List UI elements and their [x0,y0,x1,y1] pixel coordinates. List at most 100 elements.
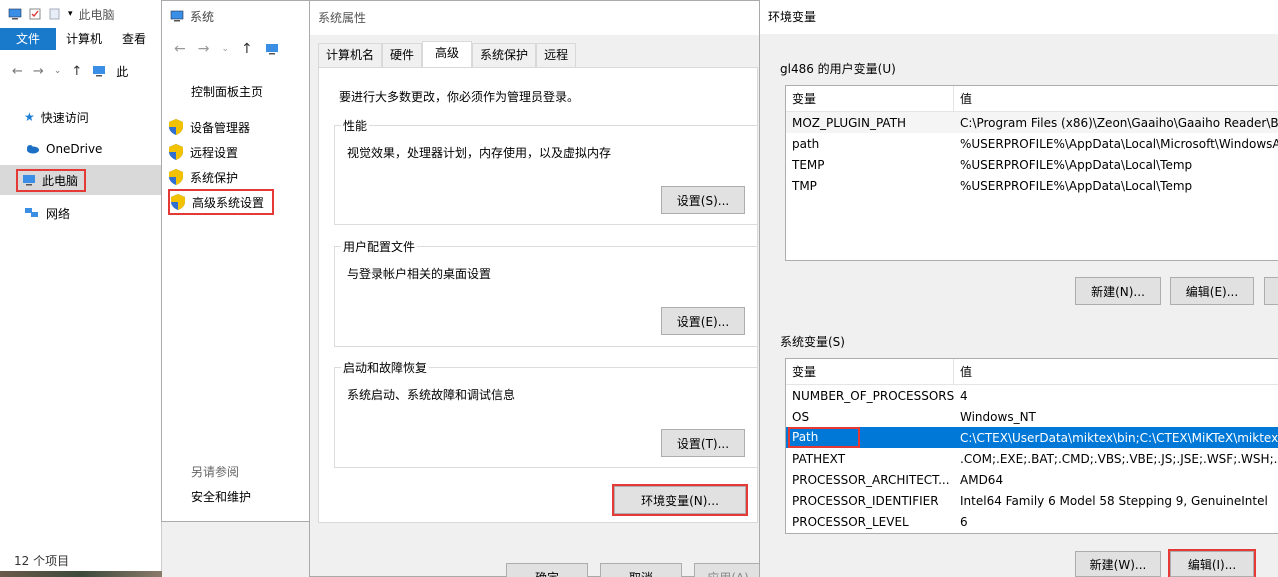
system-edit-button[interactable]: 编辑(I)... [1168,549,1256,577]
var-name: MOZ_PLUGIN_PATH [792,115,907,130]
user-new-button[interactable]: 新建(N)... [1075,277,1161,305]
ribbon-tab-file[interactable]: 文件 [0,28,57,50]
ribbon-tab-computer[interactable]: 计算机 [56,28,112,50]
tab-system-protection[interactable]: 系统保护 [472,43,537,67]
var-name: PATHEXT [792,451,846,466]
nav-item-network[interactable]: 网络 [0,197,162,229]
this-pc-highlight: 此电脑 [16,168,87,192]
up-icon[interactable]: ↑ [241,41,253,57]
table-row[interactable]: MOZ_PLUGIN_PATH C:\Program Files (x86)\Z… [786,112,1278,133]
var-name: PROCESSOR_LEVEL [792,514,909,529]
user-variables-label: gl486 的用户变量(U) [780,62,896,76]
user-edit-button[interactable]: 编辑(E)... [1170,277,1254,305]
system-navbar: ← → ⌄ ↑ [162,31,310,67]
properties-icon[interactable] [28,8,42,20]
performance-settings-button[interactable]: 设置(S)... [661,186,745,214]
table-row[interactable]: PATHEXT .COM;.EXE;.BAT;.CMD;.VBS;.VBE;.J… [786,448,1278,469]
system-titlebar: 系统 [162,1,310,31]
table-row[interactable]: TEMP %USERPROFILE%\AppData\Local\Temp [786,154,1278,175]
nav-label: 此电脑 [42,173,79,188]
var-name: OS [792,409,810,424]
table-row[interactable]: NUMBER_OF_PROCESSORS 4 [786,385,1278,406]
table-row[interactable]: PROCESSOR_ARCHITECT... AMD64 [786,469,1278,490]
advanced-system-settings-link[interactable]: 高级系统设置 [168,189,275,215]
quick-access-dropdown-icon[interactable]: ▾ [68,9,73,19]
new-folder-icon[interactable] [48,8,62,20]
star-icon: ★ [24,110,35,124]
startup-settings-button[interactable]: 设置(T)... [661,429,745,457]
desktop-wallpaper-strip [0,571,162,577]
table-row[interactable]: PROCESSOR_IDENTIFIER Intel64 Family 6 Mo… [786,490,1278,511]
remote-settings-link[interactable]: 远程设置 [168,141,238,163]
recent-dropdown-icon[interactable]: ⌄ [54,66,62,76]
address-bar[interactable]: 此 [116,63,128,80]
column-header-value[interactable]: 值 [954,363,1278,380]
var-value: AMD64 [960,472,1004,487]
link-label: 设备管理器 [190,120,251,135]
explorer-ribbon: 文件 计算机 查看 [0,28,162,50]
environment-variables-dialog: 环境变量 gl486 的用户变量(U) 变量 值 MOZ_PLUGIN_PATH… [759,0,1278,577]
control-panel-home-link[interactable]: 控制面板主页 [191,83,263,100]
apply-button[interactable]: 应用(A) [694,563,762,577]
security-maintenance-link[interactable]: 安全和维护 [191,488,251,505]
var-value: C:\CTEX\UserData\miktex\bin;C:\CTEX\MiKT… [960,430,1278,445]
explorer-titlebar: ▾ 此电脑 [0,0,161,28]
ribbon-tab-view[interactable]: 查看 [112,28,156,50]
table-row[interactable]: PROCESSOR_LEVEL 6 [786,511,1278,532]
network-icon [25,208,38,217]
nav-item-quick-access[interactable]: ★ 快速访问 [0,101,162,133]
performance-group: 性能 视觉效果，处理器计划，内存使用，以及虚拟内存 设置(S)... [334,117,758,225]
forward-icon[interactable]: → [198,41,210,57]
computer-icon [8,8,22,20]
link-label: 系统保护 [190,170,239,185]
back-icon[interactable]: ← [12,64,23,79]
tab-computer-name[interactable]: 计算机名 [318,43,383,67]
recent-dropdown-icon[interactable]: ⌄ [221,44,229,54]
tab-remote[interactable]: 远程 [536,43,577,67]
admin-note: 要进行大多数更改，你必须作为管理员登录。 [339,90,580,104]
tab-advanced[interactable]: 高级 [422,41,473,67]
system-icon [170,10,184,22]
shield-icon [171,194,185,210]
up-icon[interactable]: ↑ [71,64,82,79]
back-icon[interactable]: ← [174,41,186,57]
system-variables-list[interactable]: 变量 值 NUMBER_OF_PROCESSORS 4 OS Windows_N… [785,358,1278,534]
ok-button[interactable]: 确定 [506,563,588,577]
user-profile-settings-button[interactable]: 设置(E)... [661,307,745,335]
path-highlight: Path [788,427,860,448]
cancel-button[interactable]: 取消 [600,563,682,577]
group-description: 系统启动、系统故障和调试信息 [347,388,516,402]
link-label: 高级系统设置 [192,195,265,210]
column-header-value[interactable]: 值 [954,90,1278,107]
var-value: %USERPROFILE%\AppData\Local\Microsoft\Wi… [960,136,1278,151]
var-value: 4 [960,388,968,403]
system-new-button[interactable]: 新建(W)... [1075,551,1161,577]
list-header: 变量 值 [786,86,1278,112]
system-protection-link[interactable]: 系统保护 [168,166,238,188]
forward-icon[interactable]: → [33,64,44,79]
column-header-variable[interactable]: 变量 [786,86,954,112]
shield-icon [169,144,183,160]
table-row[interactable]: path %USERPROFILE%\AppData\Local\Microso… [786,133,1278,154]
table-row-selected[interactable]: Path C:\CTEX\UserData\miktex\bin;C:\CTEX… [786,427,1278,448]
group-title: 用户配置文件 [341,238,418,255]
nav-item-onedrive[interactable]: OneDrive [0,133,162,165]
environment-variables-button[interactable]: 环境变量(N)... [612,484,748,516]
item-count-status: 12 个项目 [14,554,70,568]
user-variables-list[interactable]: 变量 值 MOZ_PLUGIN_PATH C:\Program Files (x… [785,85,1278,261]
device-manager-link[interactable]: 设备管理器 [168,116,250,138]
tab-hardware[interactable]: 硬件 [382,43,423,67]
var-name: Path [786,427,954,448]
table-row[interactable]: OS Windows_NT [786,406,1278,427]
group-description: 与登录帐户相关的桌面设置 [347,267,492,281]
user-delete-button-edge[interactable] [1264,277,1278,305]
var-name: path [792,136,820,151]
column-header-variable[interactable]: 变量 [786,359,954,385]
nav-label: 快速访问 [40,110,89,125]
nav-item-this-pc[interactable]: 此电脑 [0,165,162,195]
link-label: 远程设置 [190,145,239,160]
group-title: 启动和故障恢复 [341,359,430,376]
user-profiles-group: 用户配置文件 与登录帐户相关的桌面设置 设置(E)... [334,238,758,347]
table-row[interactable]: TMP %USERPROFILE%\AppData\Local\Temp [786,175,1278,196]
group-description: 视觉效果，处理器计划，内存使用，以及虚拟内存 [347,146,612,160]
